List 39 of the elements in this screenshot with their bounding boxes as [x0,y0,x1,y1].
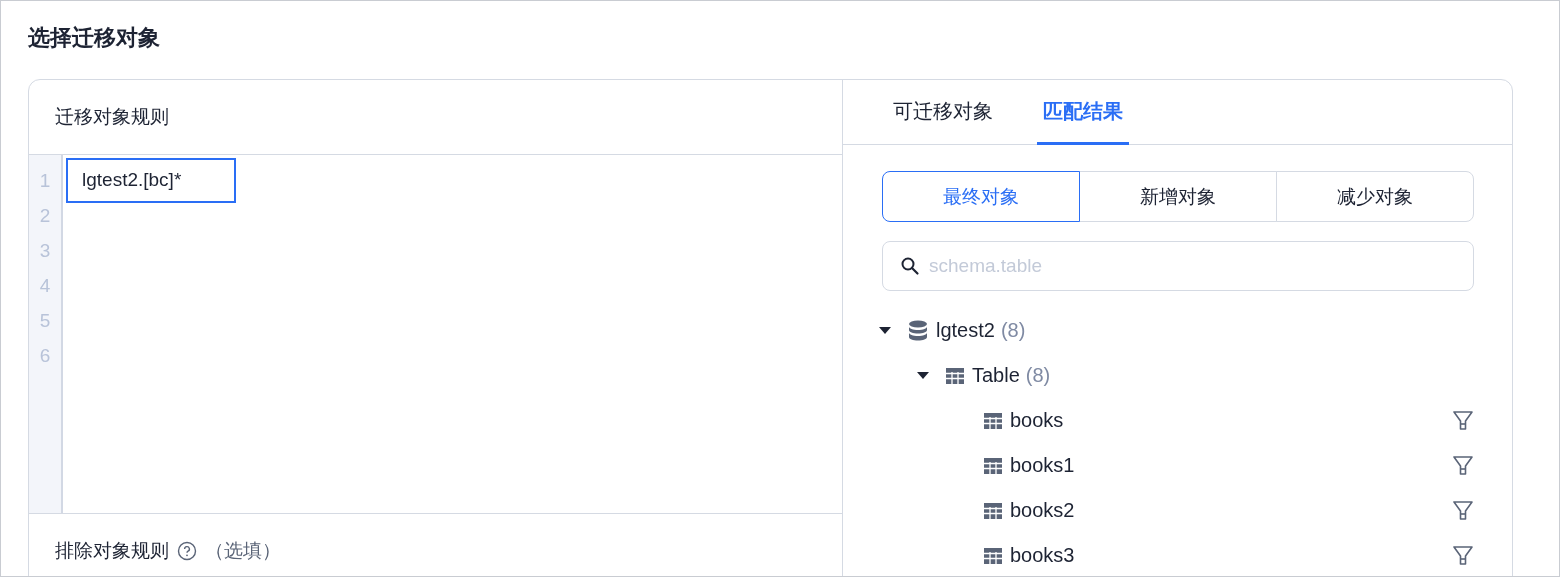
segment-button[interactable]: 最终对象 [882,171,1080,222]
filter-icon[interactable] [1452,499,1474,522]
tree-item[interactable]: books [1010,409,1064,432]
field-label: 排除对象规则 [55,539,169,563]
filter-icon[interactable] [1452,409,1474,432]
help-icon[interactable] [177,541,197,561]
tree-item[interactable]: books2 [1010,499,1075,522]
tab[interactable]: 可迁移对象 [887,80,999,145]
optional-hint: （选填） [205,539,281,563]
tree-item[interactable]: books1 [1010,454,1075,477]
tab[interactable]: 匹配结果 [1037,80,1129,145]
line-number: 1 [38,169,52,193]
segment-button[interactable]: 新增对象 [1079,171,1277,222]
segment-button[interactable]: 减少对象 [1276,171,1474,222]
tree-item[interactable]: Table [972,364,1020,387]
line-number: 2 [38,204,52,228]
line-number: 4 [38,274,52,298]
item-count: (8) [1000,319,1026,342]
code-input[interactable]: lgtest2.[bc]* [66,158,236,203]
filter-icon[interactable] [1452,544,1474,567]
tree-item[interactable]: lgtest2 [936,319,995,342]
caret-icon[interactable] [879,326,891,335]
table-icon [984,457,1002,474]
database-icon [908,319,928,342]
search-field[interactable]: schema.table [882,241,1474,291]
search-icon [900,256,920,276]
caret-icon[interactable] [917,371,929,380]
table-icon [984,547,1002,564]
line-number: 3 [38,239,52,263]
tree-item[interactable]: books3 [1010,544,1075,567]
table-icon [984,502,1002,519]
panel-title: 迁移对象规则 [55,105,169,129]
line-number: 6 [38,344,52,368]
table-icon [984,412,1002,429]
filter-icon[interactable] [1452,454,1474,477]
line-number: 5 [38,309,52,333]
table-icon [946,367,964,384]
item-count: (8) [1025,364,1051,387]
section-title: 选择迁移对象 [27,24,161,52]
